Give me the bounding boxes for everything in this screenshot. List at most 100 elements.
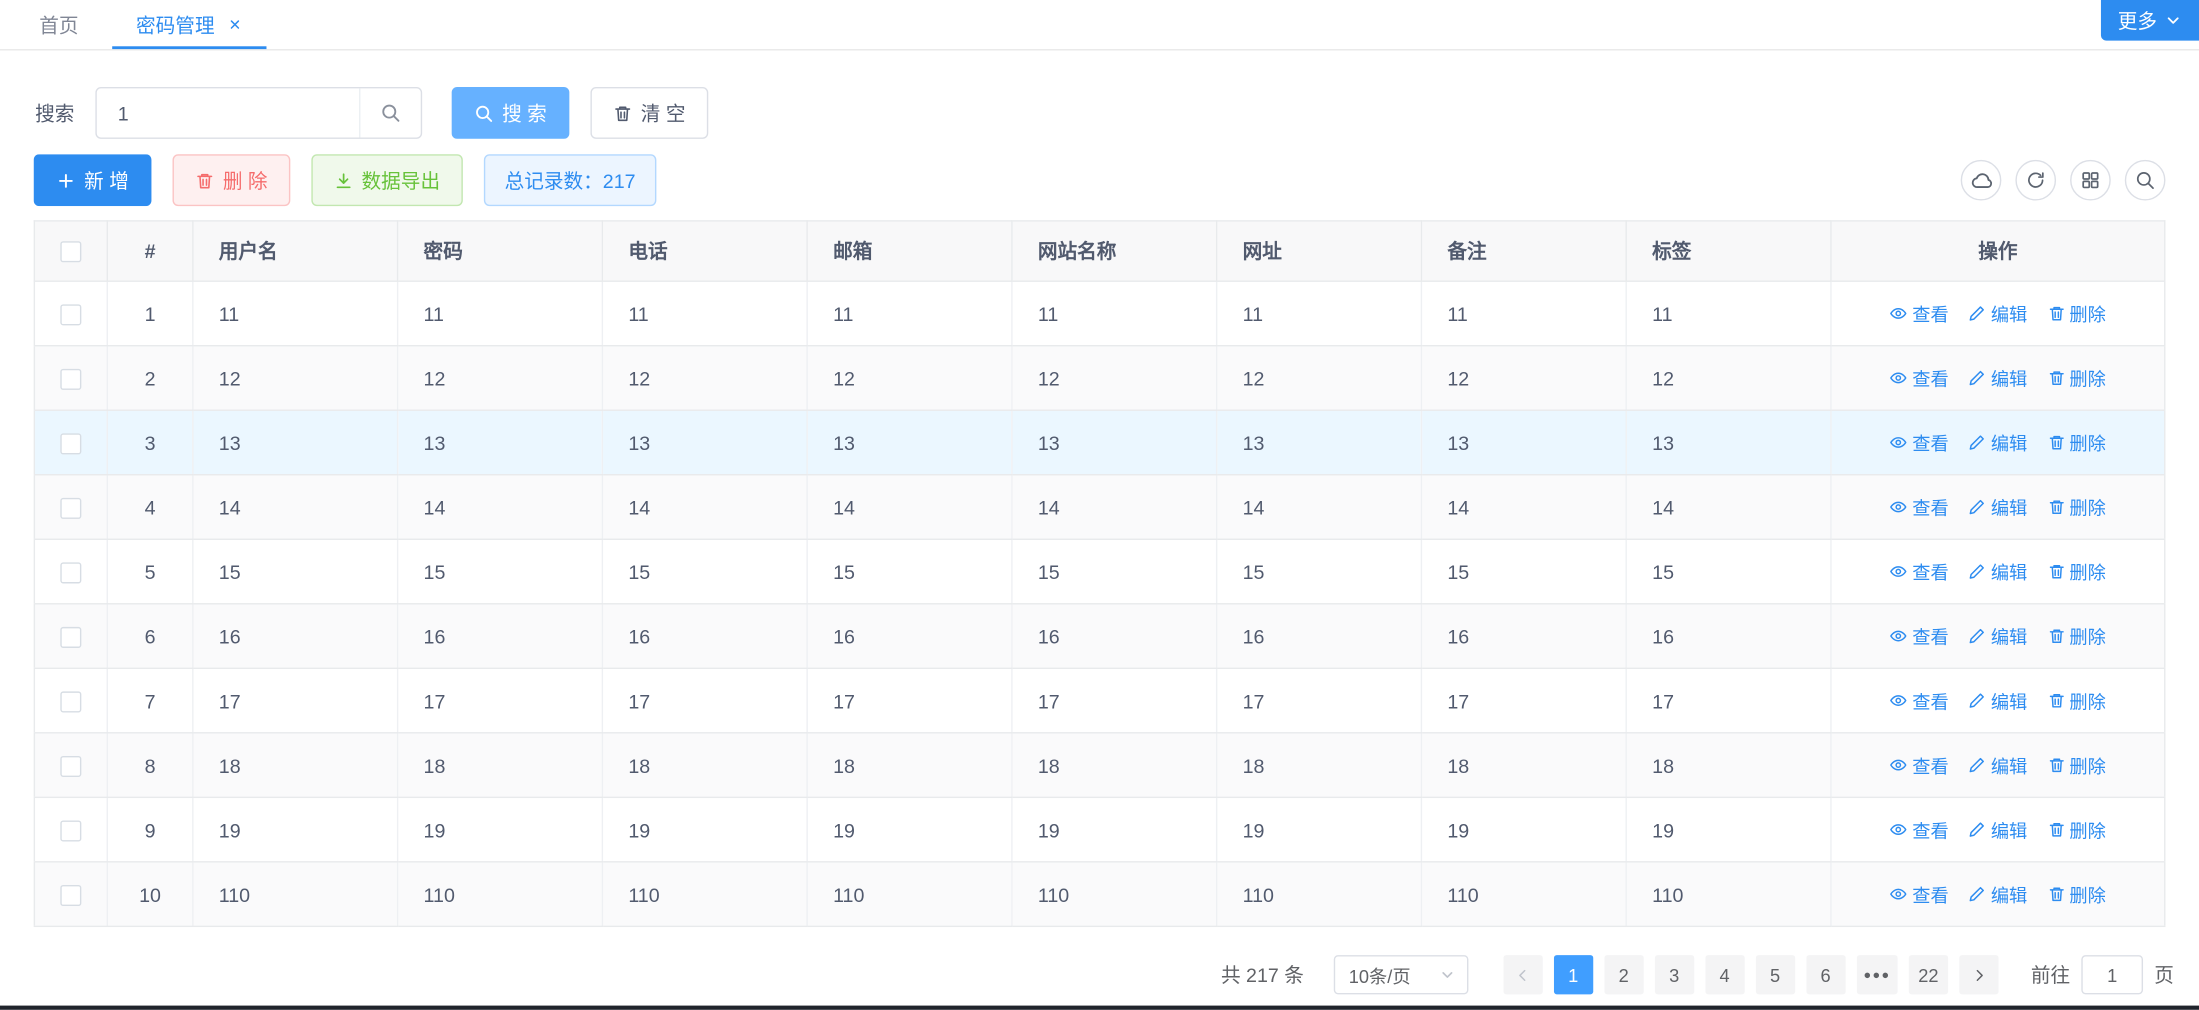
search-icon[interactable] (359, 88, 421, 137)
row-cell: 19 (1012, 797, 1217, 862)
delete-link[interactable]: 删除 (2047, 558, 2106, 585)
row-cell: 16 (1626, 604, 1831, 669)
table-row[interactable]: 71717171717171717查看编辑删除 (34, 668, 2164, 733)
pagination-more-button[interactable]: ●●● (1856, 955, 1897, 994)
view-link[interactable]: 查看 (1890, 687, 1949, 714)
delete-link[interactable]: 删除 (2047, 816, 2106, 843)
view-link[interactable]: 查看 (1890, 752, 1949, 779)
delete-link[interactable]: 删除 (2047, 365, 2106, 392)
cloud-button[interactable] (1961, 160, 2002, 201)
view-link[interactable]: 查看 (1890, 365, 1949, 392)
pagination-page-button[interactable]: 22 (1909, 955, 1948, 994)
pagination-page-button[interactable]: 4 (1705, 955, 1744, 994)
row-cell: 16 (807, 604, 1012, 669)
row-checkbox[interactable] (60, 369, 81, 390)
cloud-icon (1970, 169, 1992, 191)
row-cell: 19 (1421, 797, 1626, 862)
row-checkbox[interactable] (60, 304, 81, 325)
row-cell: 14 (1626, 475, 1831, 540)
edit-link[interactable]: 编辑 (1968, 623, 2027, 650)
pagination-next-button[interactable] (1959, 955, 1998, 994)
table-row[interactable]: 10110110110110110110110110查看编辑删除 (34, 862, 2164, 927)
pagination-page-button[interactable]: 6 (1806, 955, 1845, 994)
search-button[interactable]: 搜 索 (452, 87, 570, 139)
table-row[interactable]: 61616161616161616查看编辑删除 (34, 604, 2164, 669)
row-index: 1 (107, 281, 193, 346)
search-toggle-button[interactable] (2125, 160, 2166, 201)
delete-link[interactable]: 删除 (2047, 881, 2106, 908)
export-button[interactable]: 数据导出 (311, 154, 462, 206)
columns-button[interactable] (2070, 160, 2111, 201)
delete-link[interactable]: 删除 (2047, 429, 2106, 456)
refresh-button[interactable] (2015, 160, 2056, 201)
view-link[interactable]: 查看 (1890, 623, 1949, 650)
row-cell: 19 (602, 797, 807, 862)
row-checkbox[interactable] (60, 820, 81, 841)
delete-link[interactable]: 删除 (2047, 752, 2106, 779)
table-row[interactable]: 41414141414141414查看编辑删除 (34, 475, 2164, 540)
select-all-checkbox[interactable] (60, 242, 81, 263)
edit-icon (1968, 498, 1986, 516)
view-link[interactable]: 查看 (1890, 300, 1949, 327)
row-select-cell (34, 668, 107, 733)
view-link[interactable]: 查看 (1890, 558, 1949, 585)
row-checkbox[interactable] (60, 885, 81, 906)
view-link[interactable]: 查看 (1890, 816, 1949, 843)
view-link[interactable]: 查看 (1890, 494, 1949, 521)
edit-link[interactable]: 编辑 (1968, 687, 2027, 714)
pagination-page-button[interactable]: 3 (1655, 955, 1694, 994)
delete-link[interactable]: 删除 (2047, 687, 2106, 714)
pagination-bar: 共 217 条 10条/页 123456●●●22 前往 1 页 (0, 955, 2174, 994)
page-size-select[interactable]: 10条/页 (1333, 955, 1468, 994)
row-cell: 110 (193, 862, 398, 927)
more-button[interactable]: 更多 (2101, 0, 2199, 41)
row-cell: 13 (1421, 410, 1626, 475)
edit-link[interactable]: 编辑 (1968, 881, 2027, 908)
row-checkbox[interactable] (60, 756, 81, 777)
table-row[interactable]: 21212121212121212查看编辑删除 (34, 346, 2164, 411)
tab-home[interactable]: 首页 (39, 0, 78, 49)
edit-link[interactable]: 编辑 (1968, 429, 2027, 456)
edit-link[interactable]: 编辑 (1968, 558, 2027, 585)
goto-page-input[interactable]: 1 (2081, 955, 2143, 994)
goto-unit: 页 (2154, 961, 2174, 989)
search-input[interactable]: 1 (95, 87, 422, 139)
row-checkbox[interactable] (60, 433, 81, 454)
edit-link[interactable]: 编辑 (1968, 752, 2027, 779)
pagination-page-button[interactable]: 5 (1755, 955, 1794, 994)
row-checkbox[interactable] (60, 691, 81, 712)
delete-link[interactable]: 删除 (2047, 494, 2106, 521)
row-checkbox[interactable] (60, 562, 81, 583)
clear-button[interactable]: 清 空 (590, 87, 708, 139)
view-link[interactable]: 查看 (1890, 429, 1949, 456)
delete-link[interactable]: 删除 (2047, 300, 2106, 327)
search-icon (474, 103, 494, 123)
search-bar: 搜索 1 搜 索 清 空 (35, 87, 2165, 139)
table-row[interactable]: 91919191919191919查看编辑删除 (34, 797, 2164, 862)
add-button[interactable]: 新 增 (34, 154, 152, 206)
pagination-page-button[interactable]: 2 (1604, 955, 1643, 994)
row-index: 4 (107, 475, 193, 540)
table-row[interactable]: 81818181818181818查看编辑删除 (34, 733, 2164, 798)
table-row[interactable]: 31313131313131313查看编辑删除 (34, 410, 2164, 475)
table-row[interactable]: 51515151515151515查看编辑删除 (34, 539, 2164, 604)
edit-link[interactable]: 编辑 (1968, 365, 2027, 392)
row-cell: 15 (602, 539, 807, 604)
pagination-page-button[interactable]: 1 (1554, 955, 1593, 994)
tab-password-management[interactable]: 密码管理 (112, 0, 266, 49)
pagination-prev-button[interactable] (1503, 955, 1542, 994)
edit-link[interactable]: 编辑 (1968, 816, 2027, 843)
data-table: #用户名密码电话邮箱网站名称网址备注标签操作 11111111111111111… (34, 220, 2166, 927)
edit-link[interactable]: 编辑 (1968, 300, 2027, 327)
delete-link[interactable]: 删除 (2047, 623, 2106, 650)
row-checkbox[interactable] (60, 627, 81, 648)
delete-button[interactable]: 删 除 (172, 154, 290, 206)
view-link[interactable]: 查看 (1890, 881, 1949, 908)
edit-link[interactable]: 编辑 (1968, 494, 2027, 521)
trash-icon (2047, 691, 2065, 709)
close-tab-icon[interactable] (227, 17, 242, 32)
row-cell: 13 (807, 410, 1012, 475)
table-row[interactable]: 11111111111111111查看编辑删除 (34, 281, 2164, 346)
row-checkbox[interactable] (60, 498, 81, 519)
edit-icon (1968, 369, 1986, 387)
